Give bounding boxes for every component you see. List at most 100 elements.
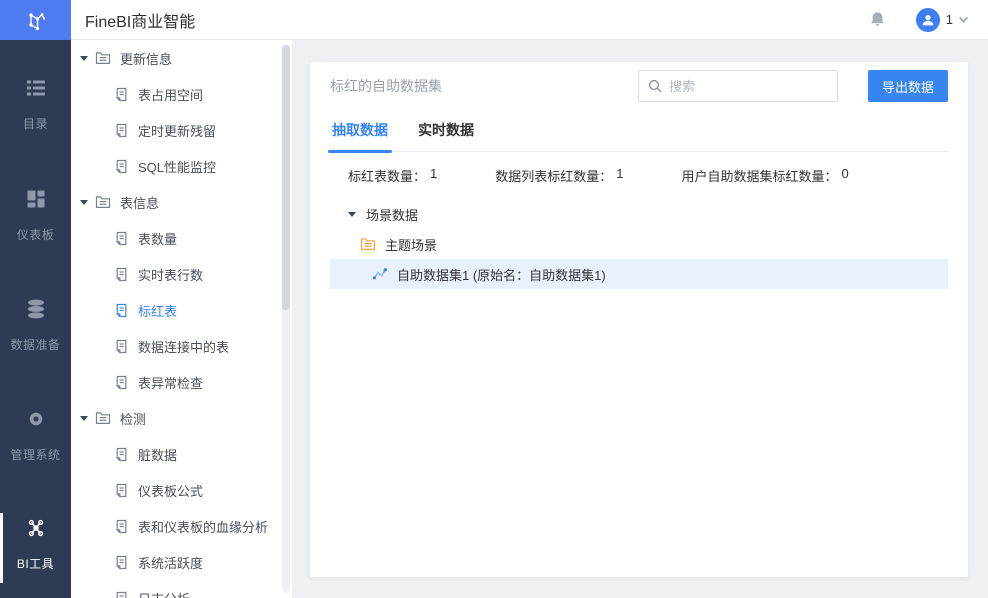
tree-item-realtime-row-count[interactable]: 实时表行数 xyxy=(71,256,292,292)
result-tree-dataset-row[interactable]: 自助数据集1 (原始名：自助数据集1) xyxy=(330,259,948,289)
tree-item-table-count[interactable]: 表数量 xyxy=(71,220,292,256)
tree-item-label: 更新信息 xyxy=(120,51,173,67)
tree-item-label: 数据连接中的表 xyxy=(138,339,230,355)
tree-item-scheduled-update-residue[interactable]: 定时更新残留 xyxy=(71,112,292,148)
header-right: 1 xyxy=(869,7,970,32)
finebi-logo[interactable] xyxy=(0,0,71,40)
dataset-chart-icon xyxy=(372,266,388,282)
user-avatar[interactable] xyxy=(915,7,940,32)
result-tree-folder-theme-scene[interactable]: 主题场景 xyxy=(330,229,948,259)
tree-item-tables-in-data-connection[interactable]: 数据连接中的表 xyxy=(71,328,292,364)
bi-tools-network-icon xyxy=(25,517,47,539)
result-tree: 场景数据 主题场景 自助数据集1 (原始名：自助数据集1) xyxy=(330,199,948,289)
tree-item-label: SQL性能监控 xyxy=(138,159,217,175)
gear-icon xyxy=(25,408,47,430)
stat-label: 标红表数量： xyxy=(348,169,427,184)
doc-icon xyxy=(114,159,129,174)
caret-down-icon[interactable] xyxy=(80,55,88,61)
doc-icon xyxy=(114,231,129,246)
sidebar-item-admin[interactable]: 管理系统 xyxy=(0,408,71,463)
doc-icon xyxy=(114,375,129,390)
sidebar-scrollbar-thumb[interactable] xyxy=(282,45,290,310)
tree-item-label: 表信息 xyxy=(120,195,160,211)
stat-red-table-count: 标红表数量： 1 xyxy=(348,166,437,185)
stat-value: 1 xyxy=(430,166,438,181)
tab-realtime-data[interactable]: 实时数据 xyxy=(416,120,476,151)
caret-down-icon[interactable] xyxy=(80,415,88,421)
tree-folder-update-info[interactable]: 更新信息 xyxy=(71,40,292,76)
tree-item-log-analysis[interactable]: 日志分析 xyxy=(71,580,292,598)
sidebar-item-label: 目录 xyxy=(22,117,48,131)
sidebar-item-label: 管理系统 xyxy=(10,448,61,462)
sidebar-item-dashboard[interactable]: 仪表板 xyxy=(0,188,71,243)
user-count: 1 xyxy=(945,12,953,27)
main-area: 标红的自助数据集 导出数据 抽取数据 实时数据 标红表数量： 1 数据列表标红 xyxy=(292,40,988,598)
doc-icon xyxy=(114,555,129,570)
data-tabs: 抽取数据 实时数据 xyxy=(328,120,948,153)
catalog-list-icon xyxy=(25,77,47,99)
tree-item-lineage-analysis[interactable]: 表和仪表板的血缘分析 xyxy=(71,508,292,544)
export-data-button[interactable]: 导出数据 xyxy=(868,70,948,102)
stats-row: 标红表数量： 1 数据列表标红数量： 1 用户自助数据集标红数量： 0 xyxy=(330,166,948,185)
tree-item-label: 日志分析 xyxy=(138,589,190,598)
doc-icon xyxy=(114,339,129,354)
sidebar-item-label: 仪表板 xyxy=(16,228,55,242)
folder-icon xyxy=(95,50,111,66)
search-input[interactable] xyxy=(669,78,828,94)
doc-icon xyxy=(114,267,129,282)
search-box[interactable] xyxy=(638,70,838,102)
stat-value: 0 xyxy=(841,166,849,181)
folder-icon xyxy=(95,410,111,426)
tree-item-dashboard-formula[interactable]: 仪表板公式 xyxy=(71,472,292,508)
dashboard-grid-icon xyxy=(25,188,47,210)
stat-value: 1 xyxy=(616,166,624,181)
tree-item-label: 实时表行数 xyxy=(138,267,204,283)
doc-icon xyxy=(114,483,129,498)
sidebar-item-label: BI工具 xyxy=(16,557,55,571)
result-tree-root-scene-data[interactable]: 场景数据 xyxy=(330,199,948,229)
sidebar-item-bi-tools[interactable]: BI工具 xyxy=(0,513,71,583)
tree-item-label: 定时更新残留 xyxy=(138,123,217,139)
tree-item-label: 系统活跃度 xyxy=(138,555,204,571)
app-title: FineBI商业智能 xyxy=(85,13,196,31)
tree-item-table-space[interactable]: 表占用空间 xyxy=(71,76,292,112)
sidebar-item-label: 数据准备 xyxy=(10,338,61,352)
tree-item-label: 场景数据 xyxy=(366,207,419,223)
stat-data-list-red-count: 数据列表标红数量： 1 xyxy=(495,166,623,185)
tree-item-label: 检测 xyxy=(120,411,147,427)
content-card: 标红的自助数据集 导出数据 抽取数据 实时数据 标红表数量： 1 数据列表标红 xyxy=(310,62,968,577)
finebi-logo-icon xyxy=(23,7,49,33)
chevron-down-icon[interactable] xyxy=(957,13,970,26)
tree-item-label: 表占用空间 xyxy=(138,87,204,103)
doc-icon xyxy=(114,87,129,102)
database-icon xyxy=(25,298,47,320)
tree-item-label: 表数量 xyxy=(138,231,178,247)
stat-user-dataset-red-count: 用户自助数据集标红数量： 0 xyxy=(682,166,849,185)
doc-icon xyxy=(114,123,129,138)
tree-item-dirty-data[interactable]: 脏数据 xyxy=(71,436,292,472)
sidebar-item-catalog[interactable]: 目录 xyxy=(0,77,71,132)
doc-icon xyxy=(114,303,129,318)
card-toolbar: 标红的自助数据集 导出数据 xyxy=(330,62,948,102)
magnifier-icon xyxy=(648,79,662,93)
tree-folder-detection[interactable]: 检测 xyxy=(71,400,292,436)
tree-item-red-flagged-tables[interactable]: 标红表 xyxy=(71,292,292,328)
tree-item-system-activity[interactable]: 系统活跃度 xyxy=(71,544,292,580)
tree-item-sql-performance[interactable]: SQL性能监控 xyxy=(71,148,292,184)
folder-icon xyxy=(95,194,111,210)
tree-item-label: 表异常检查 xyxy=(138,375,204,391)
tab-extracted-data[interactable]: 抽取数据 xyxy=(328,120,392,153)
menu-tree-sidebar: 更新信息 表占用空间 定时更新残留 SQL性能监控 表信息 表数量 实时表行数 … xyxy=(71,40,292,598)
doc-icon xyxy=(114,591,129,598)
stat-label: 用户自助数据集标红数量： xyxy=(681,169,838,184)
page-title: 标红的自助数据集 xyxy=(330,78,442,94)
tree-item-label: 标红表 xyxy=(138,303,178,319)
caret-down-icon[interactable] xyxy=(348,211,356,217)
tree-item-table-anomaly-check[interactable]: 表异常检查 xyxy=(71,364,292,400)
caret-down-icon[interactable] xyxy=(80,199,88,205)
sidebar-item-data-prep[interactable]: 数据准备 xyxy=(0,298,71,353)
doc-icon xyxy=(114,519,129,534)
orange-folder-icon xyxy=(360,236,376,252)
tree-folder-table-info[interactable]: 表信息 xyxy=(71,184,292,220)
bell-icon[interactable] xyxy=(869,11,886,28)
